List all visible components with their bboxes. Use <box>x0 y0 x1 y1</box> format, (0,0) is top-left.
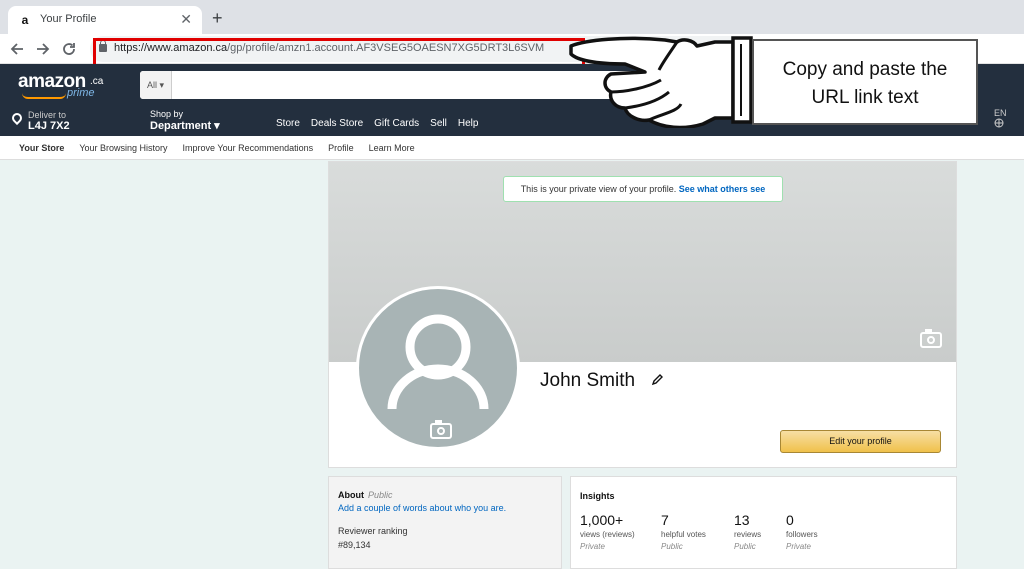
browser-tab[interactable]: a Your Profile ✕ <box>8 6 202 34</box>
nav-store[interactable]: Store <box>276 118 300 129</box>
stat-value: 13 <box>734 512 750 528</box>
stat-value: 0 <box>786 512 794 528</box>
stat-privacy: Public <box>661 542 683 551</box>
private-view-notice: This is your private view of your profil… <box>503 176 783 202</box>
logo-smile-icon <box>22 93 66 99</box>
reviewer-ranking-value: #89,134 <box>338 540 371 550</box>
about-heading: About <box>338 490 364 500</box>
deliver-postal: L4J 7X2 <box>28 120 70 132</box>
insights-card: Insights 1,000+ views (reviews) Private … <box>570 476 957 569</box>
language-selector[interactable]: EN <box>994 108 1007 130</box>
deliver-label: Deliver to <box>28 110 67 120</box>
reviewer-ranking-label: Reviewer ranking <box>338 526 408 536</box>
about-card: About Public Add a couple of words about … <box>328 476 562 569</box>
insights-heading: Insights <box>580 491 615 501</box>
about-visibility: Public <box>368 490 393 500</box>
private-note-text: This is your private view of your profil… <box>520 184 677 194</box>
instruction-callout: Copy and paste the URL link text <box>752 39 978 125</box>
logo-prime: prime <box>67 87 95 99</box>
logo-ca: .ca <box>90 76 104 87</box>
subnav-learn-more[interactable]: Learn More <box>369 136 415 159</box>
cover-camera-icon[interactable] <box>920 329 942 348</box>
edit-name-pencil-icon[interactable] <box>651 373 664 386</box>
stat-label: helpful votes <box>661 530 706 539</box>
stat-followers: 0 followers Private <box>786 512 818 551</box>
shop-by-department[interactable]: Shop by Department ▾ <box>150 109 220 132</box>
stat-privacy: Private <box>786 542 811 551</box>
stat-views: 1,000+ views (reviews) Private <box>580 512 635 551</box>
new-tab-icon[interactable]: + <box>212 9 223 27</box>
stat-reviews: 13 reviews Public <box>734 512 761 551</box>
back-icon[interactable] <box>10 42 24 56</box>
amazon-favicon-icon: a <box>21 13 29 27</box>
nav-deals-store[interactable]: Deals Store <box>311 118 363 129</box>
search-category-select[interactable]: All ▾ <box>140 71 172 99</box>
url-highlight-box <box>93 38 585 67</box>
stat-value: 7 <box>661 512 669 528</box>
see-what-others-see-link[interactable]: See what others see <box>679 184 766 194</box>
browser-tab-strip: a Your Profile ✕ + <box>0 0 1024 34</box>
nav-sell[interactable]: Sell <box>430 118 447 129</box>
callout-line-1: Copy and paste the <box>782 59 948 80</box>
nav-help[interactable]: Help <box>458 118 479 129</box>
language-code: EN <box>994 108 1007 118</box>
profile-subnav: Your Store Your Browsing History Improve… <box>0 136 1024 160</box>
stat-label: reviews <box>734 530 762 539</box>
subnav-browsing-history[interactable]: Your Browsing History <box>79 136 167 159</box>
globe-icon <box>994 118 1004 128</box>
pointing-hand-icon <box>569 36 753 128</box>
department-label: Department ▾ <box>150 120 220 132</box>
tab-title: Your Profile <box>40 13 97 25</box>
add-bio-link[interactable]: Add a couple of words about who you are. <box>338 503 552 513</box>
profile-name: John Smith <box>540 370 636 391</box>
reload-icon[interactable] <box>62 42 76 56</box>
nav-gift-cards[interactable]: Gift Cards <box>374 118 419 129</box>
amazon-nav-links: Store Deals Store Gift Cards Sell Help <box>276 118 478 129</box>
stat-label: followers <box>786 530 818 539</box>
stat-label: views (reviews) <box>580 530 635 539</box>
stat-privacy: Public <box>734 542 756 551</box>
subnav-improve-recommendations[interactable]: Improve Your Recommendations <box>183 136 314 159</box>
tab-close-icon[interactable]: ✕ <box>180 11 192 28</box>
stat-helpful-votes: 7 helpful votes Public <box>661 512 706 551</box>
edit-profile-button[interactable]: Edit your profile <box>780 430 941 453</box>
callout-line-2: URL link text <box>811 87 919 108</box>
stat-privacy: Private <box>580 542 605 551</box>
subnav-your-store[interactable]: Your Store <box>19 136 64 159</box>
avatar[interactable] <box>356 286 520 450</box>
stat-value: 1,000+ <box>580 512 624 528</box>
forward-icon[interactable] <box>36 42 50 56</box>
shop-by-label: Shop by <box>150 109 184 119</box>
avatar-camera-icon[interactable] <box>430 420 452 439</box>
location-pin-icon <box>9 110 25 126</box>
subnav-profile[interactable]: Profile <box>328 136 354 159</box>
